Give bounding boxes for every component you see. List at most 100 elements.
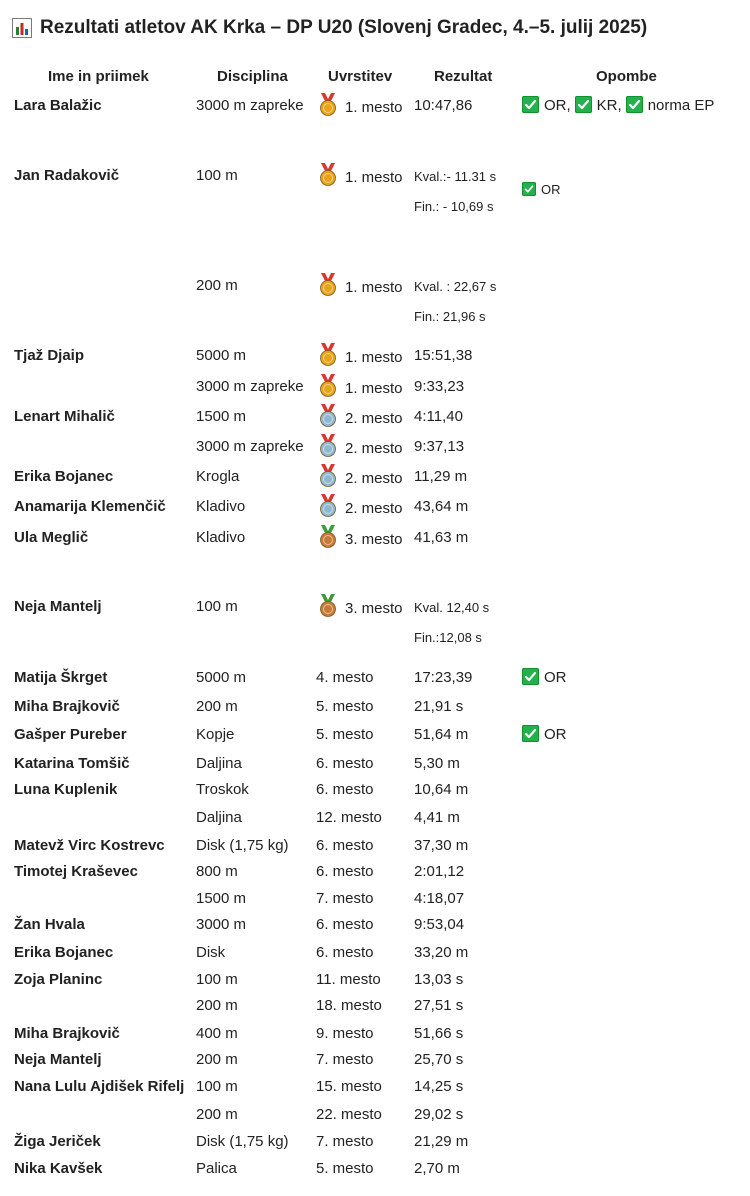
result: 4,41 m	[414, 809, 460, 826]
discipline: 5000 m	[196, 669, 247, 686]
placement: 6. mesto	[316, 863, 374, 880]
result-line: Fin.:12,08 s	[414, 630, 482, 645]
placement: 2. mesto	[345, 410, 403, 427]
discipline: Disk (1,75 kg)	[196, 837, 289, 854]
discipline: 5000 m	[196, 347, 247, 364]
result: 17:23,39	[414, 669, 473, 686]
notes-cell: OR	[522, 668, 571, 688]
silver-medal-icon	[318, 434, 338, 458]
discipline: 200 m	[196, 1051, 238, 1068]
result: 14,25 s	[414, 1078, 464, 1095]
result: 29,02 s	[414, 1106, 464, 1123]
result: 21,91 s	[414, 698, 464, 715]
discipline: Daljina	[196, 755, 242, 772]
result: 41,63 m	[414, 529, 469, 546]
placement: 5. mesto	[316, 698, 374, 715]
discipline: Krogla	[196, 468, 240, 485]
placement: 18. mesto	[316, 997, 382, 1014]
athlete-name: Anamarija Klemenčič	[14, 498, 166, 515]
discipline: 1500 m	[196, 408, 247, 425]
discipline: 3000 m zapreke	[196, 97, 304, 114]
checkmark-icon	[625, 96, 643, 113]
athlete-name: Matija Škrget	[14, 669, 108, 686]
athlete-name: Jan Radakovič	[14, 167, 120, 184]
note-text: OR,	[544, 97, 571, 114]
bronze-medal-icon	[318, 594, 338, 618]
note-text: OR	[544, 726, 567, 743]
silver-medal-icon	[318, 464, 338, 488]
placement: 2. mesto	[345, 440, 403, 457]
discipline: 100 m	[196, 598, 238, 615]
result: 4:11,40	[414, 408, 463, 425]
result: 13,03 s	[414, 971, 464, 988]
checkmark-icon	[522, 725, 539, 742]
athlete-name: Matevž Virc Kostrevc	[14, 837, 165, 854]
athlete-name: Lara Balažic	[14, 97, 102, 114]
col-header-name: Ime in priimek	[48, 68, 149, 85]
discipline: Palica	[196, 1160, 237, 1177]
result-line: Kval. 12,40 s	[414, 600, 490, 615]
placement: 9. mesto	[316, 1025, 374, 1042]
placement: 7. mesto	[316, 890, 374, 907]
result: 27,51 s	[414, 997, 464, 1014]
placement: 5. mesto	[316, 726, 374, 743]
result: 10,64 m	[414, 781, 469, 798]
placement: 1. mesto	[345, 349, 403, 366]
result: 51,64 m	[414, 726, 469, 743]
placement: 6. mesto	[316, 944, 374, 961]
page-title-bar: Rezultati atletov AK Krka – DP U20 (Slov…	[12, 14, 647, 42]
placement: 1. mesto	[345, 99, 403, 116]
athlete-name: Žan Hvala	[14, 916, 85, 933]
discipline: 200 m	[196, 1106, 238, 1123]
gold-medal-icon	[318, 93, 338, 117]
result: 51,66 s	[414, 1025, 464, 1042]
athlete-name: Katarina Tomšič	[14, 755, 130, 772]
placement: 15. mesto	[316, 1078, 382, 1095]
placement: 22. mesto	[316, 1106, 382, 1123]
result: 15:51,38	[414, 347, 473, 364]
gold-medal-icon	[318, 374, 338, 398]
note-text: OR	[541, 182, 561, 197]
placement: 1. mesto	[345, 169, 403, 186]
athlete-name: Tjaž Djaip	[14, 347, 85, 364]
checkmark-icon	[574, 96, 592, 113]
silver-medal-icon	[318, 404, 338, 428]
discipline: Kopje	[196, 726, 235, 743]
discipline: 200 m	[196, 997, 238, 1014]
result: 25,70 s	[414, 1051, 464, 1068]
athlete-name: Miha Brajkovič	[14, 698, 120, 715]
placement: 7. mesto	[316, 1133, 374, 1150]
bronze-medal-icon	[318, 525, 338, 549]
discipline: Troskok	[196, 781, 249, 798]
athlete-name: Neja Mantelj	[14, 598, 102, 615]
col-header-discipline: Disciplina	[217, 68, 288, 85]
placement: 12. mesto	[316, 809, 382, 826]
placement: 4. mesto	[316, 669, 374, 686]
discipline: 3000 m zapreke	[196, 438, 304, 455]
placement: 1. mesto	[345, 279, 403, 296]
result-line: Fin.: 21,96 s	[414, 309, 486, 324]
athlete-name: Nika Kavšek	[14, 1160, 103, 1177]
note-text: OR	[544, 669, 567, 686]
placement: 11. mesto	[316, 971, 381, 988]
note-text: norma EP	[647, 97, 715, 114]
result: 9:37,13	[414, 438, 465, 455]
athlete-name: Neja Mantelj	[14, 1051, 102, 1068]
discipline: 200 m	[196, 698, 238, 715]
placement: 6. mesto	[316, 755, 374, 772]
discipline: Kladivo	[196, 529, 246, 546]
discipline: Disk (1,75 kg)	[196, 1133, 289, 1150]
athlete-name: Žiga Jeriček	[14, 1133, 101, 1150]
result-line: Kval. : 22,67 s	[414, 279, 497, 294]
notes-cell: OR	[522, 725, 571, 745]
athlete-name: Miha Brajkovič	[14, 1025, 120, 1042]
result: 9:33,23	[414, 378, 465, 395]
silver-medal-icon	[318, 494, 338, 518]
notes-cell: OR	[522, 180, 565, 200]
page-title: Rezultati atletov AK Krka – DP U20 (Slov…	[40, 17, 648, 38]
athlete-name: Timotej Kraševec	[14, 863, 138, 880]
discipline: 3000 m	[196, 916, 247, 933]
result: 5,30 m	[414, 755, 460, 772]
note-text: KR,	[596, 97, 622, 114]
discipline: 100 m	[196, 1078, 238, 1095]
